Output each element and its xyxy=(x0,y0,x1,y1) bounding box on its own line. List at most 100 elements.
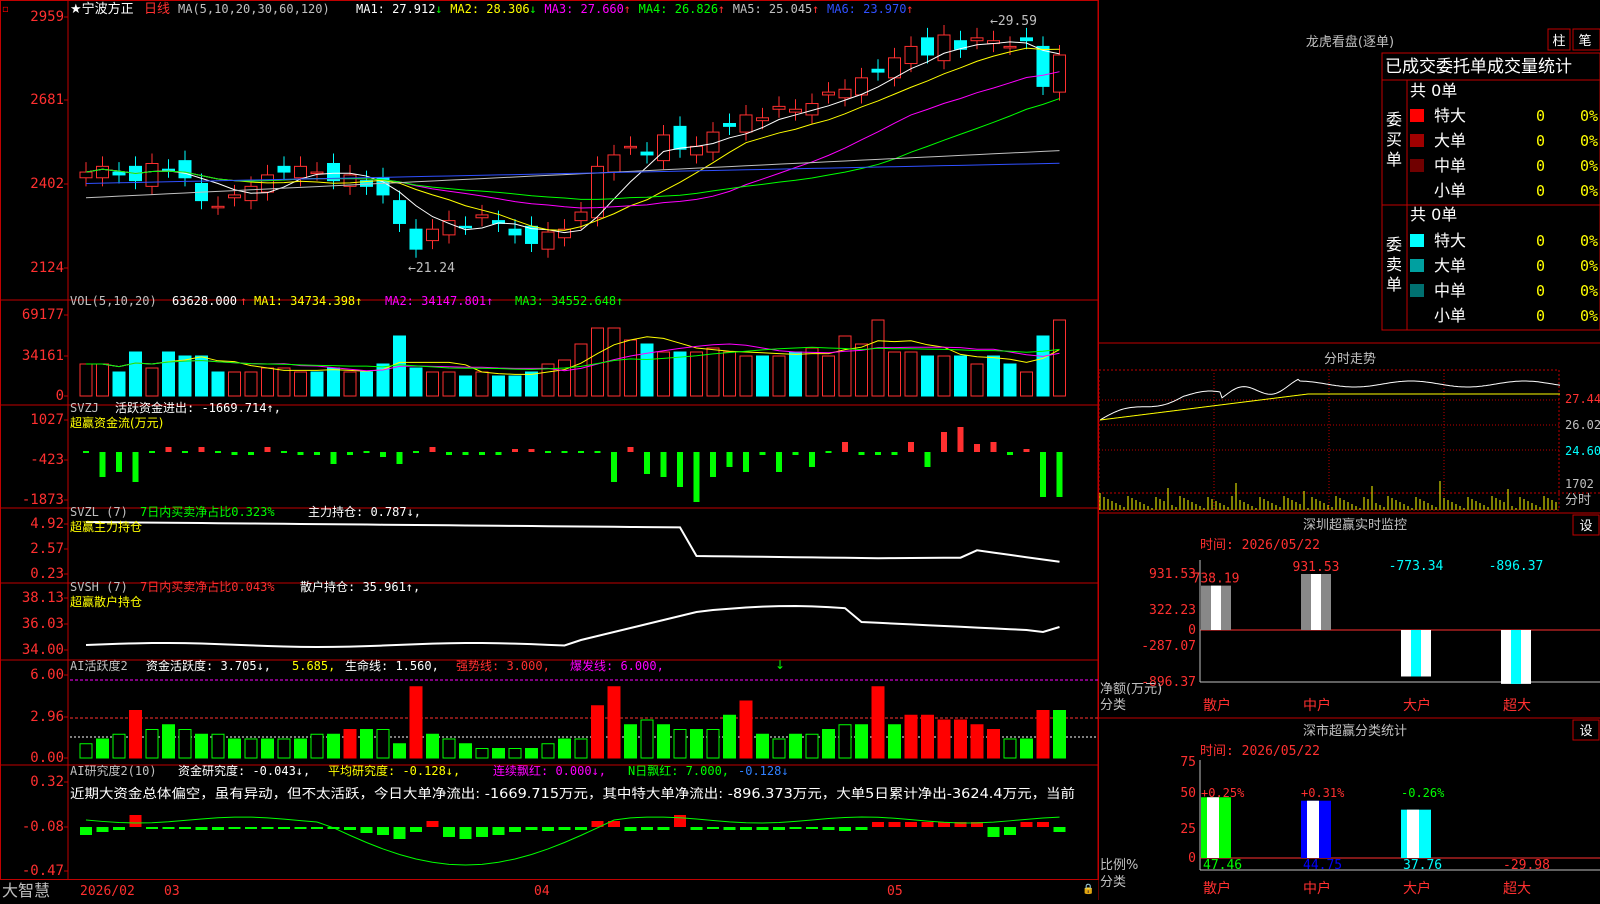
candle-body[interactable] xyxy=(838,88,852,99)
volume-bar[interactable] xyxy=(426,371,439,397)
volume-bar[interactable] xyxy=(442,371,456,397)
candle-body[interactable] xyxy=(739,114,753,133)
candle-body[interactable] xyxy=(442,220,456,236)
period-label[interactable]: 日线 xyxy=(144,2,170,17)
volume-bar[interactable] xyxy=(79,363,93,397)
candle-body[interactable] xyxy=(277,165,291,173)
candle-body[interactable] xyxy=(574,211,588,222)
candle-body[interactable] xyxy=(888,57,901,79)
candle-body[interactable] xyxy=(904,45,918,65)
dragon-tabs[interactable]: 已成交委托单成交量统计 xyxy=(1385,57,1572,77)
volume-bar[interactable] xyxy=(624,339,637,397)
candle-body[interactable] xyxy=(756,117,769,122)
volume-bar[interactable] xyxy=(1036,335,1050,397)
volume-bar[interactable] xyxy=(607,327,621,397)
volume-bar[interactable] xyxy=(508,375,522,397)
volume-bar[interactable] xyxy=(112,371,126,397)
volume-bar[interactable] xyxy=(1003,363,1017,397)
volume-bar[interactable] xyxy=(558,359,571,397)
volume-bar[interactable] xyxy=(937,355,951,397)
candle-body[interactable] xyxy=(508,228,522,236)
volume-bar[interactable] xyxy=(871,319,885,397)
candle-body[interactable] xyxy=(310,171,324,175)
volume-bar[interactable] xyxy=(904,351,918,397)
candle-body[interactable] xyxy=(294,165,307,179)
candle-body[interactable] xyxy=(1003,45,1017,49)
volume-bar[interactable] xyxy=(162,351,175,397)
volume-bar[interactable] xyxy=(574,343,588,397)
volume-bar[interactable] xyxy=(838,335,852,397)
volume-bar[interactable] xyxy=(211,371,225,397)
volume-bar[interactable] xyxy=(178,355,192,397)
candle-body[interactable] xyxy=(79,171,93,179)
volume-bar[interactable] xyxy=(129,351,142,397)
volume-bar[interactable] xyxy=(805,347,819,397)
volume-bar[interactable] xyxy=(855,343,868,397)
lock-icon[interactable]: 🔒 xyxy=(1082,883,1094,895)
volume-bar[interactable] xyxy=(954,355,967,397)
volume-bar[interactable] xyxy=(145,367,159,397)
candle-body[interactable] xyxy=(690,145,703,156)
candle-body[interactable] xyxy=(723,123,736,127)
volume-bar[interactable] xyxy=(244,371,258,397)
candle-body[interactable] xyxy=(657,134,670,162)
candle-body[interactable] xyxy=(475,214,489,219)
candle-body[interactable] xyxy=(393,200,406,224)
volume-bar[interactable] xyxy=(475,371,489,397)
volume-bar[interactable] xyxy=(822,355,835,397)
volume-bar[interactable] xyxy=(294,371,307,397)
volume-bar[interactable] xyxy=(277,367,291,397)
candle-body[interactable] xyxy=(96,165,109,179)
candle-body[interactable] xyxy=(640,151,654,156)
volume-bar[interactable] xyxy=(310,371,324,397)
volume-bar[interactable] xyxy=(492,375,505,397)
candle-body[interactable] xyxy=(426,228,439,242)
volume-bar[interactable] xyxy=(640,343,654,397)
volume-bar[interactable] xyxy=(525,371,538,397)
candle-body[interactable] xyxy=(178,160,192,179)
candle-body[interactable] xyxy=(112,171,126,176)
intraday-chart[interactable] xyxy=(1098,369,1561,511)
volume-bar[interactable] xyxy=(327,367,340,397)
candle-body[interactable] xyxy=(624,145,637,149)
volume-bar[interactable] xyxy=(756,355,769,397)
candle-body[interactable] xyxy=(772,105,786,110)
volume-bar[interactable] xyxy=(739,355,753,397)
volume-bar[interactable] xyxy=(921,355,934,397)
candle-body[interactable] xyxy=(409,228,423,250)
candle-body[interactable] xyxy=(459,225,472,229)
candle-body[interactable] xyxy=(211,205,225,209)
volume-bar[interactable] xyxy=(1053,319,1066,397)
volume-bar[interactable] xyxy=(789,351,802,397)
volume-bar[interactable] xyxy=(673,351,687,397)
volume-bar[interactable] xyxy=(888,351,901,397)
candle-body[interactable] xyxy=(822,91,835,96)
candle-body[interactable] xyxy=(871,68,885,73)
volume-bar[interactable] xyxy=(987,355,1000,397)
candle-body[interactable] xyxy=(937,34,951,62)
candle-body[interactable] xyxy=(541,231,555,250)
volume-bar[interactable] xyxy=(1020,371,1033,397)
candle-body[interactable] xyxy=(1053,54,1066,93)
volume-bar[interactable] xyxy=(706,347,720,397)
candle-body[interactable] xyxy=(970,37,984,42)
volume-bar[interactable] xyxy=(343,371,357,397)
volume-bar[interactable] xyxy=(195,355,208,397)
candle-body[interactable] xyxy=(673,125,687,150)
volume-bar[interactable] xyxy=(409,367,423,397)
candle-body[interactable] xyxy=(1020,37,1033,42)
volume-bar[interactable] xyxy=(459,375,472,397)
candle-body[interactable] xyxy=(789,108,802,113)
volume-bar[interactable] xyxy=(360,371,373,397)
candle-body[interactable] xyxy=(607,154,621,173)
volume-bar[interactable] xyxy=(723,351,736,397)
candle-body[interactable] xyxy=(921,37,934,56)
volume-bar[interactable] xyxy=(970,363,984,397)
volume-bar[interactable] xyxy=(690,351,703,397)
stock-name[interactable]: ★宁波方正 xyxy=(70,1,134,17)
candle-body[interactable] xyxy=(145,162,159,187)
volume-bar[interactable] xyxy=(96,363,109,397)
volume-bar[interactable] xyxy=(228,371,241,397)
volume-bar[interactable] xyxy=(772,355,786,397)
candle-body[interactable] xyxy=(1036,45,1050,87)
